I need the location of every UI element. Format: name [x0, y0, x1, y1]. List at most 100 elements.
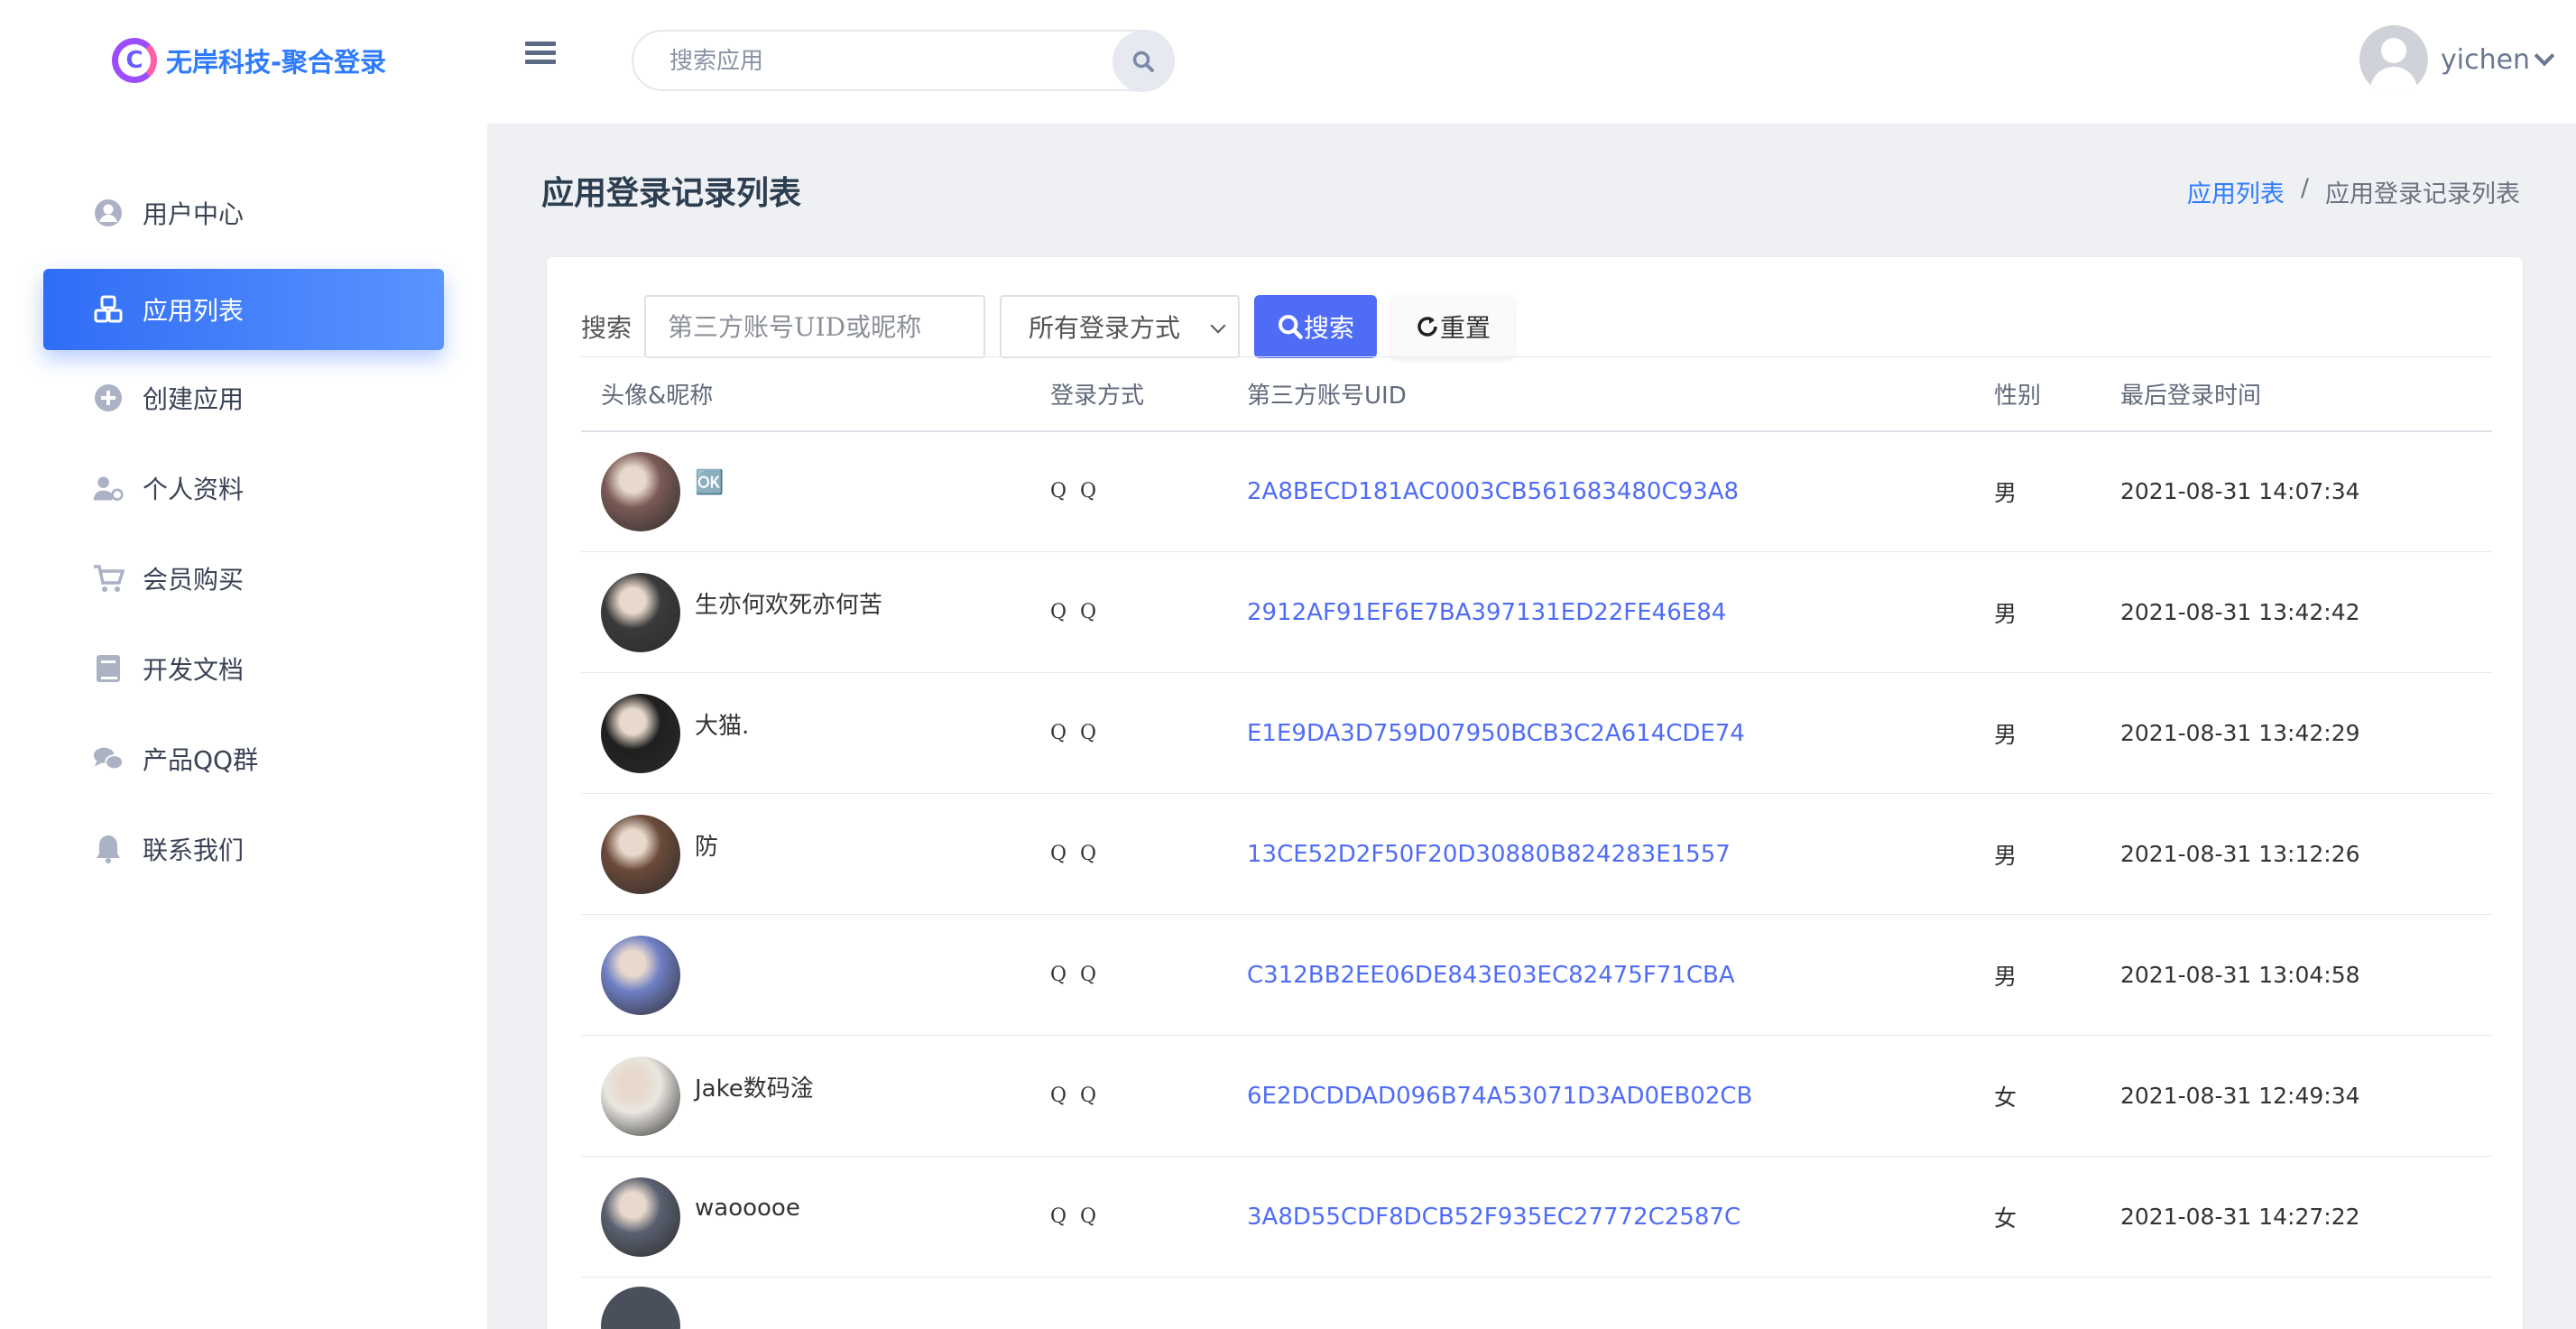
avatar: [601, 814, 680, 894]
last-login-time: 2021-08-31 14:07:34: [2120, 430, 2492, 552]
sidebar-item-label: 创建应用: [143, 384, 245, 414]
refresh-icon: [1417, 317, 1437, 337]
filter-bar: 搜索 所有登录方式 搜索 重置: [581, 295, 1515, 358]
app-search-input[interactable]: [669, 44, 1094, 78]
user-menu[interactable]: yichen: [2359, 25, 2555, 94]
gender: 男: [1994, 793, 2120, 915]
sidebar-item-label: 应用列表: [143, 296, 245, 326]
search-button[interactable]: [1113, 31, 1174, 92]
third-party-uid-link[interactable]: 13CE52D2F50F20D30880B824283E1557: [1247, 793, 1994, 915]
col-header-gender: 性别: [1994, 356, 2120, 432]
sidebar-item-dev-docs[interactable]: 开发文档: [43, 628, 444, 709]
top-bar: C 无岸科技-聚合登录 yichen: [0, 0, 2576, 124]
app-search: [632, 30, 1175, 92]
avatar: [601, 1177, 680, 1257]
third-party-uid-link[interactable]: E1E9DA3D759D07950BCB3C2A614CDE74: [1247, 672, 1994, 794]
table-row: Jake数码淦 Q Q 6E2DCDDAD096B74A53071D3AD0EB02…: [581, 1035, 2492, 1157]
sidebar-item-user-center[interactable]: 用户中心: [43, 172, 444, 254]
table-row: waooooe Q Q 3A8D55CDF8DCB52F935EC27772C258…: [581, 1156, 2492, 1278]
last-login-time: 2021-08-31 13:42:29: [2120, 672, 2492, 794]
login-records-card: 搜索 所有登录方式 搜索 重置: [547, 257, 2523, 1329]
cell-user: [581, 1278, 2492, 1329]
cart-icon: [92, 562, 125, 595]
user-circle-icon: [92, 197, 125, 229]
reset-button[interactable]: 重置: [1391, 295, 1515, 358]
cell-user: 🆗: [581, 430, 1050, 552]
third-party-uid-link[interactable]: 2912AF91EF6E7BA397131ED22FE46E84: [1247, 551, 1994, 673]
gender: 男: [1994, 914, 2120, 1036]
user-info: 生亦何欢死亦何苦: [601, 572, 1050, 652]
avatar: [601, 1056, 680, 1136]
nickname: 防: [695, 834, 719, 861]
book-icon: [92, 652, 125, 685]
last-login-time: 2021-08-31 14:27:22: [2120, 1156, 2492, 1278]
table-row: 防 Q Q 13CE52D2F50F20D30880B824283E1557 男 202…: [581, 793, 2492, 915]
user-info: 防: [601, 814, 1050, 894]
brand-logo[interactable]: C 无岸科技-聚合登录: [112, 38, 386, 83]
gender: 女: [1994, 1156, 2120, 1278]
cell-user: 生亦何欢死亦何苦: [581, 551, 1050, 673]
login-method-select-value: 所有登录方式: [1029, 313, 1181, 343]
plus-circle-icon: [92, 382, 125, 414]
last-login-time: 2021-08-31 12:49:34: [2120, 1035, 2492, 1157]
chevron-down-icon: [2534, 45, 2555, 67]
table-row: [581, 1278, 2492, 1329]
login-method: Q Q: [1050, 1156, 1247, 1278]
sidebar-item-label: 用户中心: [143, 199, 245, 229]
main-content: 应用登录记录列表 应用列表 / 应用登录记录列表 搜索 所有登录方式 搜索: [487, 124, 2576, 1329]
cell-user: 防: [581, 793, 1050, 915]
sidebar-item-profile[interactable]: 个人资料: [43, 448, 444, 529]
breadcrumb: 应用列表 / 应用登录记录列表: [2187, 174, 2520, 209]
search-icon: [1132, 51, 1154, 72]
sidebar-item-label: 联系我们: [143, 835, 245, 865]
breadcrumb-link-app-list[interactable]: 应用列表: [2187, 174, 2285, 209]
col-header-last-login: 最后登录时间: [2120, 356, 2492, 432]
brand-title: 无岸科技-聚合登录: [166, 47, 387, 78]
user-info: [601, 935, 1050, 1015]
sidebar-item-label: 会员购买: [143, 565, 245, 595]
sidebar-item-label: 个人资料: [143, 475, 245, 504]
user-info: waooooe: [601, 1177, 1050, 1257]
table-row: 🆗 Q Q 2A8BECD181AC0003CB561683480C93A8 男 202…: [581, 430, 2492, 552]
third-party-uid-link[interactable]: 2A8BECD181AC0003CB561683480C93A8: [1247, 430, 1994, 552]
gender: 男: [1994, 551, 2120, 673]
login-method: Q Q: [1050, 551, 1247, 673]
cell-user: Jake数码淦: [581, 1035, 1050, 1157]
third-party-uid-link[interactable]: 6E2DCDDAD096B74A53071D3AD0EB02CB: [1247, 1035, 1994, 1157]
login-method: Q Q: [1050, 914, 1247, 1036]
third-party-uid-link[interactable]: C312BB2EE06DE843E03EC82475F71CBA: [1247, 914, 1994, 1036]
search-button[interactable]: 搜索: [1254, 295, 1378, 358]
login-records-table: 头像&昵称 登录方式 第三方账号UID 性别 最后登录时间 🆗 Q Q 2A8BEC…: [581, 356, 2492, 1329]
table-header-row: 头像&昵称 登录方式 第三方账号UID 性别 最后登录时间: [581, 356, 2492, 432]
chat-icon: [92, 743, 125, 775]
last-login-time: 2021-08-31 13:42:42: [2120, 551, 2492, 673]
sidebar-item-create-app[interactable]: 创建应用: [43, 357, 444, 438]
breadcrumb-separator: /: [2300, 174, 2309, 202]
sidebar-item-qq-group[interactable]: 产品QQ群: [43, 718, 444, 799]
sidebar-item-contact-us[interactable]: 联系我们: [43, 808, 444, 890]
table-row: 生亦何欢死亦何苦 Q Q 2912AF91EF6E7BA397131ED22FE46…: [581, 551, 2492, 673]
user-info: 🆗: [601, 451, 1050, 531]
user-info: Jake数码淦: [601, 1056, 1050, 1136]
sidebar-item-membership[interactable]: 会员购买: [43, 538, 444, 619]
table-row: 大猫. Q Q E1E9DA3D759D07950BCB3C2A614CDE74 男 2…: [581, 672, 2492, 794]
login-method-select[interactable]: 所有登录方式: [1000, 295, 1241, 358]
sidebar: 用户中心 应用列表 创建应用 个人资料 会员购买 开发文档 产品QQ群 联系我们: [0, 124, 487, 1329]
logo-icon: C: [112, 38, 157, 83]
gender: 男: [1994, 672, 2120, 794]
avatar: [601, 693, 680, 773]
login-method: Q Q: [1050, 1035, 1247, 1157]
avatar: [601, 1287, 680, 1329]
nickname: 🆗: [695, 468, 725, 496]
nickname: Jake数码淦: [695, 1075, 814, 1103]
third-party-uid-link[interactable]: 3A8D55CDF8DCB52F935EC27772C2587C: [1247, 1156, 1994, 1278]
col-header-avatar-nickname: 头像&昵称: [581, 356, 1050, 432]
col-header-login-method: 登录方式: [1050, 356, 1247, 432]
sidebar-item-app-list[interactable]: 应用列表: [43, 269, 444, 350]
avatar: [601, 935, 680, 1015]
menu-toggle-icon[interactable]: [525, 42, 556, 72]
uid-nickname-search-input[interactable]: [644, 295, 986, 358]
filter-label: 搜索: [581, 313, 632, 343]
nickname: waooooe: [695, 1194, 800, 1222]
last-login-time: 2021-08-31 13:12:26: [2120, 793, 2492, 915]
